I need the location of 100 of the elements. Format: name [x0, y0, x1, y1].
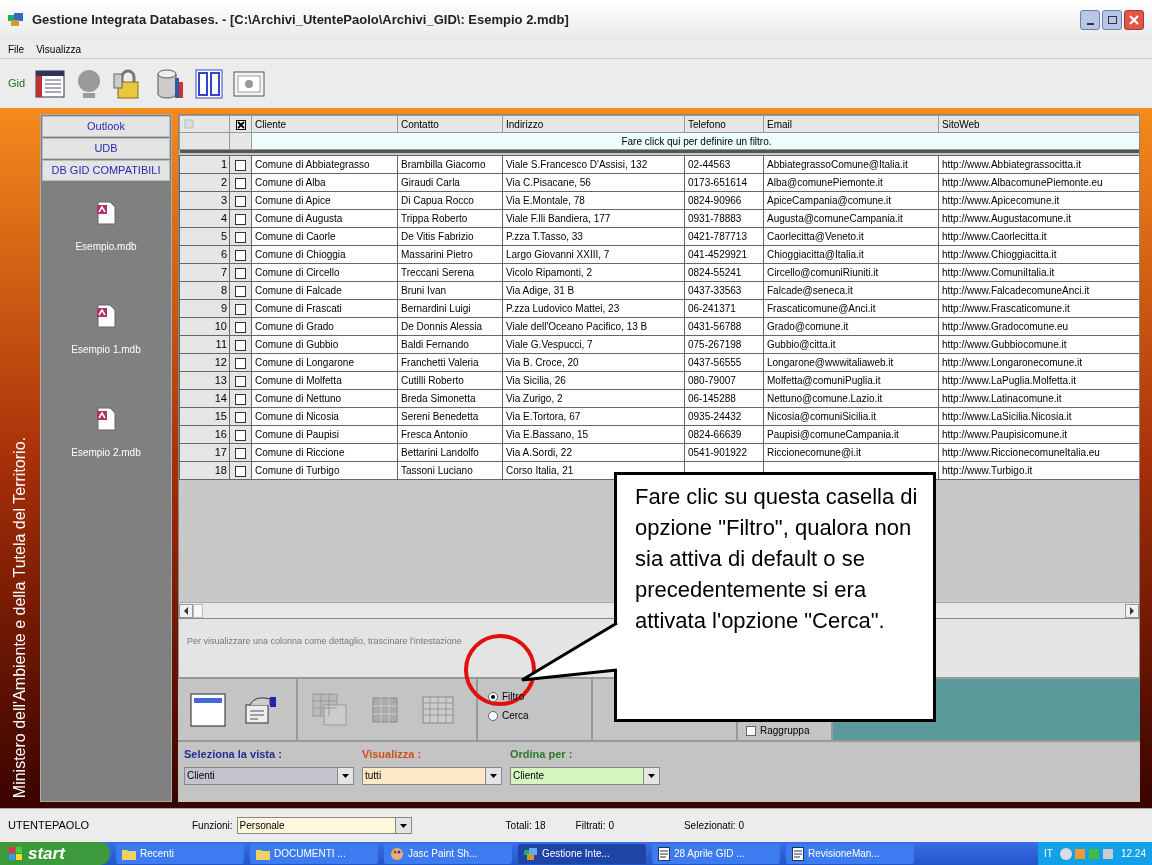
row-checkbox[interactable]: [235, 195, 246, 207]
table-cell: http://www.Abbiategrassocitta.it: [938, 155, 1139, 174]
scroll-right-button[interactable]: [1125, 603, 1139, 618]
palette-icon: [390, 846, 404, 861]
taskbar-button[interactable]: RevisioneMan...: [786, 843, 914, 864]
status-selected: Selezionati: 0: [683, 819, 744, 833]
document-icon[interactable]: [95, 304, 117, 328]
window-title: Gestione Integrata Databases. - [C:\Archivi_UtentePaolo\Archivi_GID\: Esempio 2.mdb]: [32, 11, 569, 30]
column-header[interactable]: Telefono: [684, 115, 764, 133]
status-user: UTENTEPAOLO: [7, 818, 91, 834]
selector-label: Visualizza :: [362, 747, 423, 762]
right-arrow-icon: [1129, 606, 1135, 615]
record-icon: [184, 119, 194, 129]
file-label[interactable]: Esempio 1.mdb: [71, 342, 141, 357]
document-icon[interactable]: [95, 407, 117, 431]
row-checkbox[interactable]: [235, 393, 246, 405]
taskbar-button[interactable]: Jasc Paint Sh...: [384, 843, 512, 864]
row-number: 1: [179, 155, 230, 174]
row-checkbox[interactable]: [235, 429, 246, 441]
close-button[interactable]: [1124, 10, 1144, 30]
document-icon: [658, 846, 670, 861]
app-icon: [8, 13, 24, 27]
row-checkbox[interactable]: [235, 177, 246, 189]
picture-icon[interactable]: [233, 70, 266, 97]
radio-option[interactable]: Cerca: [488, 708, 529, 723]
caret-icon: [490, 773, 497, 778]
row-checkbox[interactable]: [235, 339, 246, 351]
row-checkbox[interactable]: [235, 231, 246, 243]
table-icon[interactable]: [35, 69, 66, 98]
folder-icon: [256, 847, 270, 860]
row-checkbox[interactable]: [235, 303, 246, 315]
functions-label: Funzioni:: [192, 819, 233, 833]
document-icon[interactable]: [95, 201, 117, 225]
row-checkbox[interactable]: [235, 267, 246, 279]
menu-item[interactable]: Visualizza: [36, 41, 81, 57]
row-checkbox[interactable]: [235, 213, 246, 225]
row-checkbox[interactable]: [235, 285, 246, 297]
menu-item[interactable]: File: [8, 41, 25, 57]
sidebar-button[interactable]: Outlook: [42, 116, 170, 137]
column-header[interactable]: Cliente: [251, 115, 398, 133]
caret-icon: [648, 773, 655, 778]
taskbar-button[interactable]: Gestione Inte...: [518, 843, 646, 864]
scrollbar-thumb[interactable]: [193, 603, 203, 618]
windows-flag-icon: [8, 845, 24, 862]
grid-icon: [372, 696, 398, 723]
group-checkbox[interactable]: Raggruppa: [746, 723, 810, 738]
folder-icon: [122, 847, 136, 860]
callout-box: Fare clic su questa casella di opzione "Filtro", qualora non sia attiva di default o se precedentemente si era attivata l'opzione "Cerca".: [614, 472, 936, 722]
columns-icon[interactable]: [195, 68, 224, 99]
table-cell: 02-44563: [684, 155, 764, 174]
taskbar-button[interactable]: 28 Aprile GID ...: [652, 843, 780, 864]
dropdown[interactable]: Cliente: [510, 766, 660, 785]
column-header[interactable]: Contatto: [397, 115, 503, 133]
table-cell: AbbiategrassoComune@Italia.it: [763, 155, 939, 174]
grid-icon: [422, 695, 454, 724]
sidebar-button[interactable]: UDB: [42, 138, 170, 159]
minimize-button[interactable]: [1080, 10, 1100, 30]
row-checkbox[interactable]: [235, 249, 246, 261]
hand-card-icon[interactable]: [242, 694, 278, 725]
caret-icon: [342, 773, 349, 778]
file-label[interactable]: Esempio.mdb: [75, 239, 137, 254]
row-checkbox[interactable]: [235, 411, 246, 423]
ministry-caption: Ministero dell'Ambiente e della Tutela del Territorio.: [10, 436, 29, 798]
file-label[interactable]: Esempio 2.mdb: [71, 445, 141, 460]
status-filtered: Filtrati: 0: [575, 819, 614, 833]
toolbar-label: Gid: [8, 76, 26, 92]
status-totals: Totali: 18: [505, 819, 546, 833]
taskbar-button[interactable]: DOCUMENTI ...: [250, 843, 378, 864]
select-all-checkbox[interactable]: [235, 119, 246, 130]
column-header[interactable]: SitoWeb: [938, 115, 1139, 133]
maximize-button[interactable]: [1102, 10, 1122, 30]
document-icon: [792, 846, 804, 861]
row-checkbox[interactable]: [235, 321, 246, 333]
database-icon[interactable]: [155, 67, 186, 100]
dropdown[interactable]: Clienti: [184, 766, 354, 785]
functions-dropdown[interactable]: Personale: [236, 817, 412, 834]
grid-icon: [312, 692, 348, 727]
caret-icon: [399, 823, 407, 828]
taskbar-button[interactable]: Recenti: [116, 843, 244, 864]
close-icon: [1129, 15, 1139, 25]
left-arrow-icon: [183, 606, 189, 615]
selector-label: Ordina per :: [510, 747, 574, 762]
column-header[interactable]: Email: [763, 115, 939, 133]
form-window-icon[interactable]: [190, 692, 226, 727]
row-checkbox[interactable]: [235, 447, 246, 459]
sidebar-button[interactable]: DB GID COMPATIBILI: [42, 160, 170, 181]
column-header[interactable]: Indirizzo: [502, 115, 685, 133]
row-checkbox[interactable]: [235, 357, 246, 369]
app-icon: [524, 847, 538, 860]
selector-label: Seleziona la vista :: [184, 747, 283, 762]
scroll-left-button[interactable]: [179, 603, 193, 618]
start-button[interactable]: start: [0, 842, 110, 865]
clock: 12.24: [1120, 847, 1146, 861]
row-checkbox[interactable]: [235, 375, 246, 387]
row-checkbox[interactable]: [235, 465, 246, 477]
table-cell: Viale S.Francesco D'Assisi, 132: [502, 155, 685, 174]
row-checkbox[interactable]: [235, 159, 246, 171]
dropdown[interactable]: tutti: [362, 766, 502, 785]
table-cell: Comune di Abbiategrasso: [251, 155, 398, 174]
table-cell: Brambilla Giacomo: [397, 155, 503, 174]
